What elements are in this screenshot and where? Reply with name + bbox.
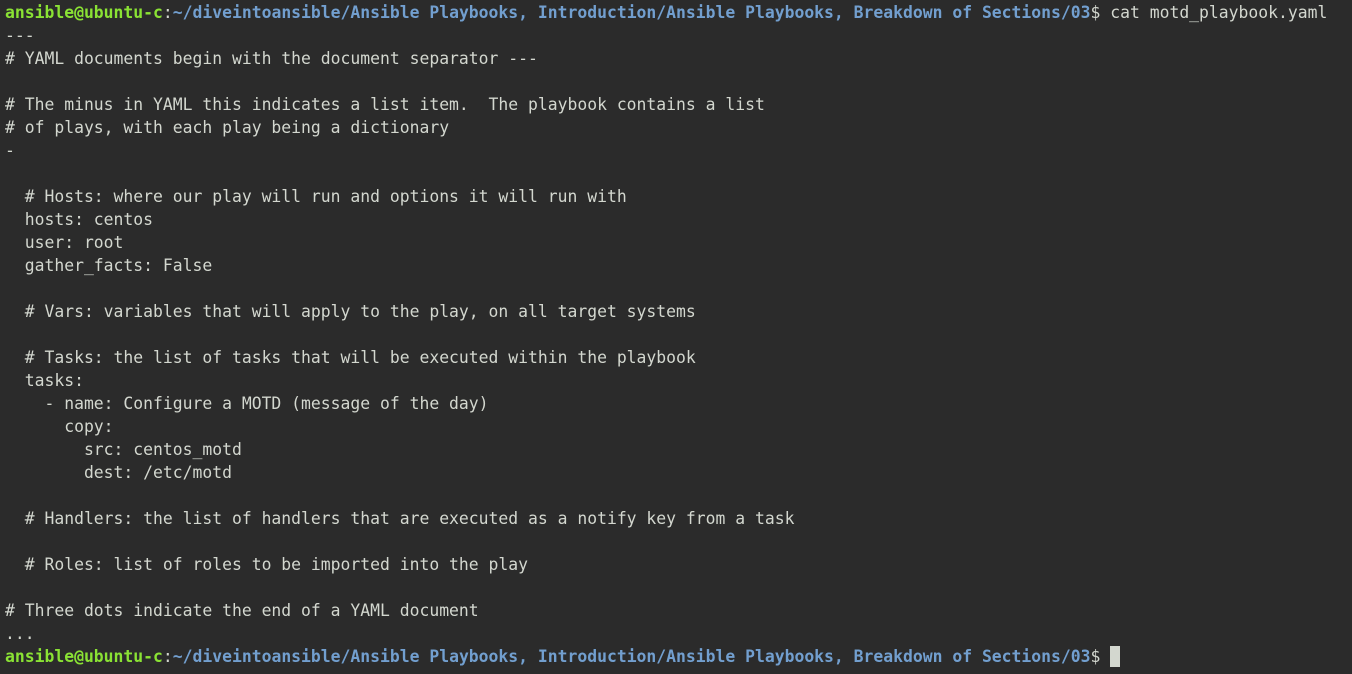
output-line: # Hosts: where our play will run and opt… bbox=[5, 187, 627, 206]
prompt-path: ~/diveintoansible/Ansible Playbooks, Int… bbox=[172, 647, 1091, 666]
prompt-colon: : bbox=[162, 3, 173, 22]
output-line: # Tasks: the list of tasks that will be … bbox=[5, 348, 696, 367]
output-line: src: centos_motd bbox=[5, 440, 242, 459]
output-line: # of plays, with each play being a dicti… bbox=[5, 118, 450, 137]
output-line: # Handlers: the list of handlers that ar… bbox=[5, 509, 795, 528]
output-line: user: root bbox=[5, 233, 124, 252]
output-line: # Vars: variables that will apply to the… bbox=[5, 302, 696, 321]
output-line: # Roles: list of roles to be imported in… bbox=[5, 555, 529, 574]
prompt-colon: : bbox=[162, 647, 173, 666]
terminal-window[interactable]: ansible@ubuntu-c:~/diveintoansible/Ansib… bbox=[0, 0, 1352, 674]
output-line: - bbox=[5, 141, 15, 160]
prompt-user-host: ansible@ubuntu-c bbox=[5, 647, 163, 666]
output-line: --- bbox=[5, 26, 35, 45]
output-line: hosts: centos bbox=[5, 210, 154, 229]
output-line: dest: /etc/motd bbox=[5, 463, 232, 482]
prompt-path: ~/diveintoansible/Ansible Playbooks, Int… bbox=[172, 3, 1091, 22]
prompt-symbol: $ bbox=[1090, 3, 1101, 22]
command-line: ansible@ubuntu-c:~/diveintoansible/Ansib… bbox=[5, 1, 1352, 24]
output-line: # Three dots indicate the end of a YAML … bbox=[5, 601, 479, 620]
output-line: # YAML documents begin with the document… bbox=[5, 49, 538, 68]
output-line: copy: bbox=[5, 417, 114, 436]
output-line: # The minus in YAML this indicates a lis… bbox=[5, 95, 765, 114]
prompt-user-host: ansible@ubuntu-c bbox=[5, 3, 163, 22]
text-cursor[interactable] bbox=[1110, 646, 1121, 667]
output-line: ... bbox=[5, 624, 35, 643]
active-prompt-line[interactable]: ansible@ubuntu-c:~/diveintoansible/Ansib… bbox=[5, 645, 1352, 668]
output-line: tasks: bbox=[5, 371, 84, 390]
output-line: - name: Configure a MOTD (message of the… bbox=[5, 394, 489, 413]
output-line: gather_facts: False bbox=[5, 256, 213, 275]
prompt-symbol: $ bbox=[1090, 647, 1101, 666]
command-text: cat motd_playbook.yaml bbox=[1100, 3, 1328, 22]
